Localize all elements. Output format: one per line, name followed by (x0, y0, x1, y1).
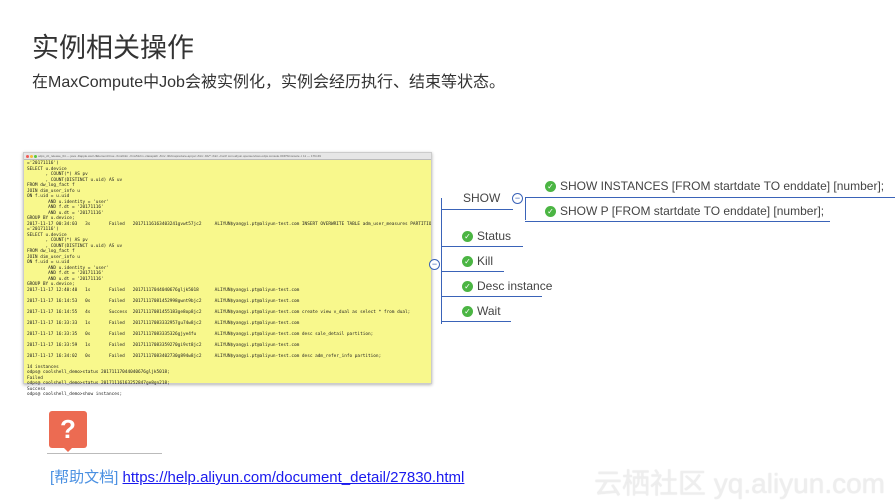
mindmap-show-p: ✓ SHOW P [FROM startdate TO enddate] [num… (545, 204, 824, 218)
check-icon: ✓ (462, 231, 473, 243)
mindmap-show: SHOW (463, 191, 501, 205)
check-icon: ✓ (462, 256, 473, 268)
watermark: 云栖社区 yq.aliyun.com (594, 468, 885, 499)
collapse-root-icon[interactable]: − (429, 259, 440, 270)
check-icon: ✓ (545, 206, 556, 218)
help-icon-tail (63, 447, 73, 452)
divider (47, 453, 162, 454)
check-icon: ✓ (462, 281, 473, 293)
page-subtitle: 在MaxCompute中Job会被实例化，实例会经历执行、结束等状态。 (32, 74, 505, 91)
mindmap-kill: ✓ Kill (462, 254, 493, 268)
help-doc-link[interactable]: https://help.aliyun.com/document_detail/… (123, 469, 465, 486)
terminal-titlebar: odps_clt_release_64 — java -Dapple.awt.U… (24, 153, 431, 160)
terminal-line: 2017-11-17 16:14:55 4s Success 201711170… (27, 309, 411, 315)
mindmap-wait: ✓ Wait (462, 304, 501, 318)
help-doc: [帮助文档] https://help.aliyun.com/document_… (50, 466, 464, 487)
close-dot-icon (26, 154, 29, 158)
terminal-output: ='20171116') SELECT u.device , COUNT(*) A… (24, 160, 431, 399)
minimize-dot-icon (30, 154, 33, 158)
check-icon: ✓ (462, 306, 473, 318)
terminal-screenshot: odps_clt_release_64 — java -Dapple.awt.U… (23, 152, 432, 397)
mindmap-show-instances: ✓ SHOW INSTANCES [FROM startdate TO endda… (545, 179, 884, 193)
mindmap-desc-instance: ✓ Desc instance (462, 279, 552, 293)
check-icon: ✓ (545, 181, 556, 193)
help-doc-label: [帮助文档] (50, 469, 119, 486)
zoom-dot-icon (34, 154, 37, 158)
page-title: 实例相关操作 (32, 33, 194, 63)
help-icon: ? (49, 411, 87, 448)
terminal-line: 2017-11-17 16:33:35 0s Failed 2017111708… (27, 331, 374, 337)
collapse-show-icon[interactable]: − (512, 193, 523, 204)
terminal-line: 2017-11-17 00:34:03 3s Failed 2017111616… (27, 221, 431, 227)
terminal-line: 2017-11-17 16:34:02 0s Failed 2017111708… (27, 353, 382, 359)
mindmap-status: ✓ Status (462, 229, 511, 243)
terminal-title: odps_clt_release_64 — java -Dapple.awt.U… (38, 154, 321, 158)
terminal-line: odps@ coolshell_demo>show instances; (27, 392, 123, 397)
